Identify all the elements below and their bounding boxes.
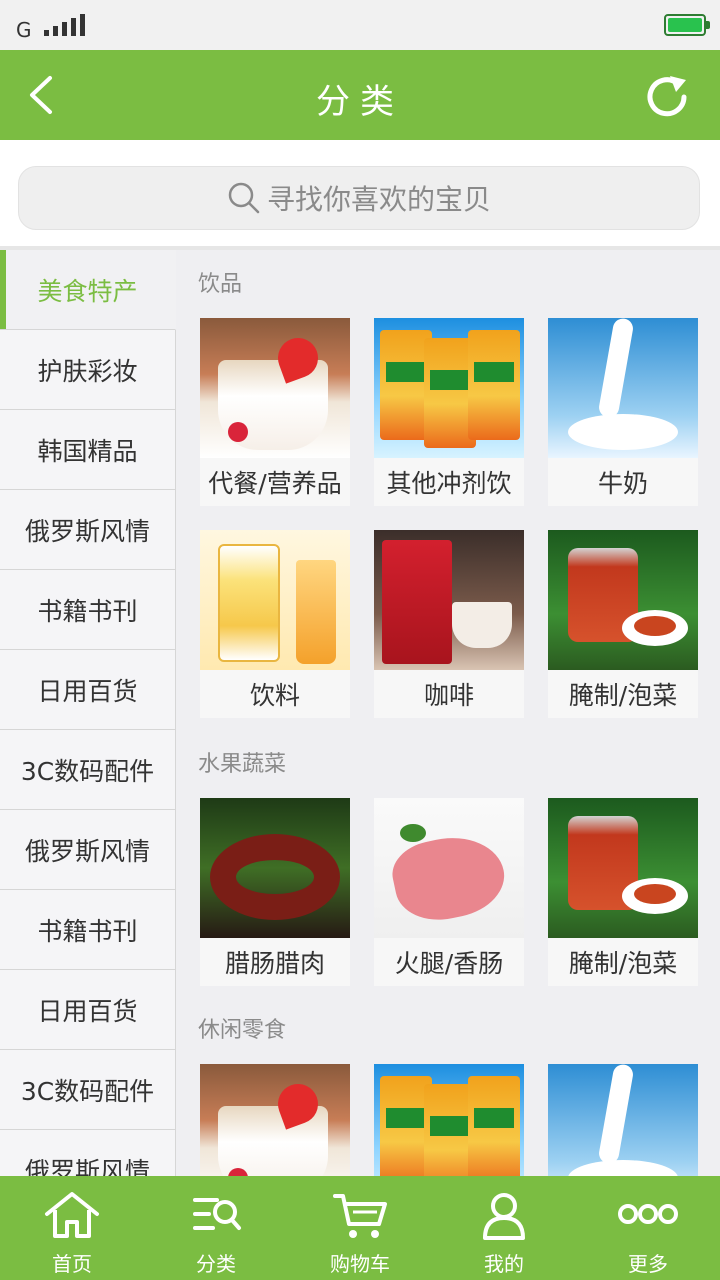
sidebar-item[interactable]: 3C数码配件	[0, 730, 176, 810]
coffee-image	[374, 530, 524, 670]
tab-label: 购物车	[330, 1252, 390, 1276]
search-icon	[228, 182, 260, 214]
subcategory-label: 代餐/营养品	[200, 458, 350, 506]
sidebar-item[interactable]: 韩国精品	[0, 410, 176, 490]
drink-image	[374, 318, 524, 458]
ham-image	[374, 798, 524, 938]
home-icon	[43, 1176, 101, 1244]
subcategory-label: 牛奶	[548, 458, 698, 506]
subcategory-card[interactable]: 腊肠腊肉	[200, 798, 350, 986]
page-title: 分类	[316, 82, 404, 122]
tab-label: 更多	[628, 1252, 668, 1276]
sidebar-item[interactable]: 俄罗斯风情	[0, 810, 176, 890]
status-bar: G	[0, 0, 720, 50]
sidebar-item[interactable]: 书籍书刊	[0, 890, 176, 970]
subcategory-card[interactable]: 火腿/香肠	[374, 798, 524, 986]
subcategory-label: 腊肠腊肉	[200, 938, 350, 986]
subcategory-grid	[200, 1064, 698, 1176]
subcategory-label: 火腿/香肠	[374, 938, 524, 986]
sidebar-item[interactable]: 俄罗斯风情	[0, 490, 176, 570]
category-sidebar: 美食特产 护肤彩妆 韩国精品 俄罗斯风情 书籍书刊 日用百货 3C数码配件 俄罗斯风情 书籍书刊…	[0, 250, 176, 1176]
network-type: G	[16, 18, 32, 42]
subcategory-card[interactable]	[200, 1064, 350, 1176]
signal-icon	[44, 14, 85, 36]
battery-level	[668, 18, 702, 32]
subcategory-panel: 饮品 代餐/营养品 其他冲剂饮 牛奶 饮料 咖啡 腌制/泡菜 水果蔬菜 腊肠腊肉 火腿/香肠 腌制/…	[176, 250, 720, 1176]
battery-icon	[664, 14, 710, 36]
section-title: 休闲零食	[198, 1018, 287, 1043]
subcategory-card[interactable]: 饮料	[200, 530, 350, 718]
user-icon	[475, 1176, 533, 1244]
sidebar-item[interactable]: 护肤彩妆	[0, 330, 176, 410]
subcategory-label: 其他冲剂饮	[374, 458, 524, 506]
subcategory-label: 饮料	[200, 670, 350, 718]
refresh-icon[interactable]	[640, 70, 694, 124]
subcategory-label: 腌制/泡菜	[548, 938, 698, 986]
tab-label: 我的	[484, 1252, 524, 1276]
tab-home[interactable]: 首页	[0, 1176, 144, 1280]
more-icon	[615, 1176, 681, 1244]
subcategory-card[interactable]	[548, 1064, 698, 1176]
bottom-tab-bar: 首页 分类 购物车 我的 更多	[0, 1176, 720, 1280]
subcategory-card[interactable]: 咖啡	[374, 530, 524, 718]
yogurt-image	[200, 1064, 350, 1176]
sidebar-item[interactable]: 日用百货	[0, 970, 176, 1050]
sidebar-item[interactable]: 3C数码配件	[0, 1050, 176, 1130]
subcategory-card[interactable]: 代餐/营养品	[200, 318, 350, 506]
subcategory-card[interactable]: 腌制/泡菜	[548, 530, 698, 718]
sidebar-item[interactable]: 书籍书刊	[0, 570, 176, 650]
tab-cart[interactable]: 购物车	[288, 1176, 432, 1280]
subcategory-grid: 腊肠腊肉 火腿/香肠 腌制/泡菜	[200, 798, 698, 986]
sausage-image	[200, 798, 350, 938]
tab-more[interactable]: 更多	[576, 1176, 720, 1280]
tab-label: 分类	[196, 1252, 236, 1276]
subcategory-card[interactable]: 腌制/泡菜	[548, 798, 698, 986]
milk-image	[548, 1064, 698, 1176]
search-input[interactable]: 寻找你喜欢的宝贝	[18, 166, 700, 230]
sidebar-item[interactable]: 俄罗斯风情	[0, 1130, 176, 1176]
sidebar-item[interactable]: 日用百货	[0, 650, 176, 730]
kimchi-image	[548, 530, 698, 670]
category-search-icon	[187, 1176, 245, 1244]
kimchi-image	[548, 798, 698, 938]
search-placeholder: 寻找你喜欢的宝贝	[266, 183, 491, 216]
drink-image	[374, 1064, 524, 1176]
sidebar-item[interactable]: 美食特产	[0, 250, 176, 330]
tab-category-search[interactable]: 分类	[144, 1176, 288, 1280]
section-title: 饮品	[198, 272, 243, 297]
subcategory-card[interactable]	[374, 1064, 524, 1176]
tab-label: 首页	[52, 1252, 92, 1276]
subcategory-label: 腌制/泡菜	[548, 670, 698, 718]
subcategory-label: 咖啡	[374, 670, 524, 718]
search-area: 寻找你喜欢的宝贝	[0, 140, 720, 248]
section-title: 水果蔬菜	[198, 752, 287, 777]
subcategory-grid: 代餐/营养品 其他冲剂饮 牛奶饮料 咖啡 腌制/泡菜	[200, 318, 698, 718]
cart-icon	[331, 1176, 389, 1244]
juice-image	[200, 530, 350, 670]
yogurt-image	[200, 318, 350, 458]
app-header: 分类	[0, 50, 720, 140]
subcategory-card[interactable]: 牛奶	[548, 318, 698, 506]
tab-user[interactable]: 我的	[432, 1176, 576, 1280]
subcategory-card[interactable]: 其他冲剂饮	[374, 318, 524, 506]
milk-image	[548, 318, 698, 458]
